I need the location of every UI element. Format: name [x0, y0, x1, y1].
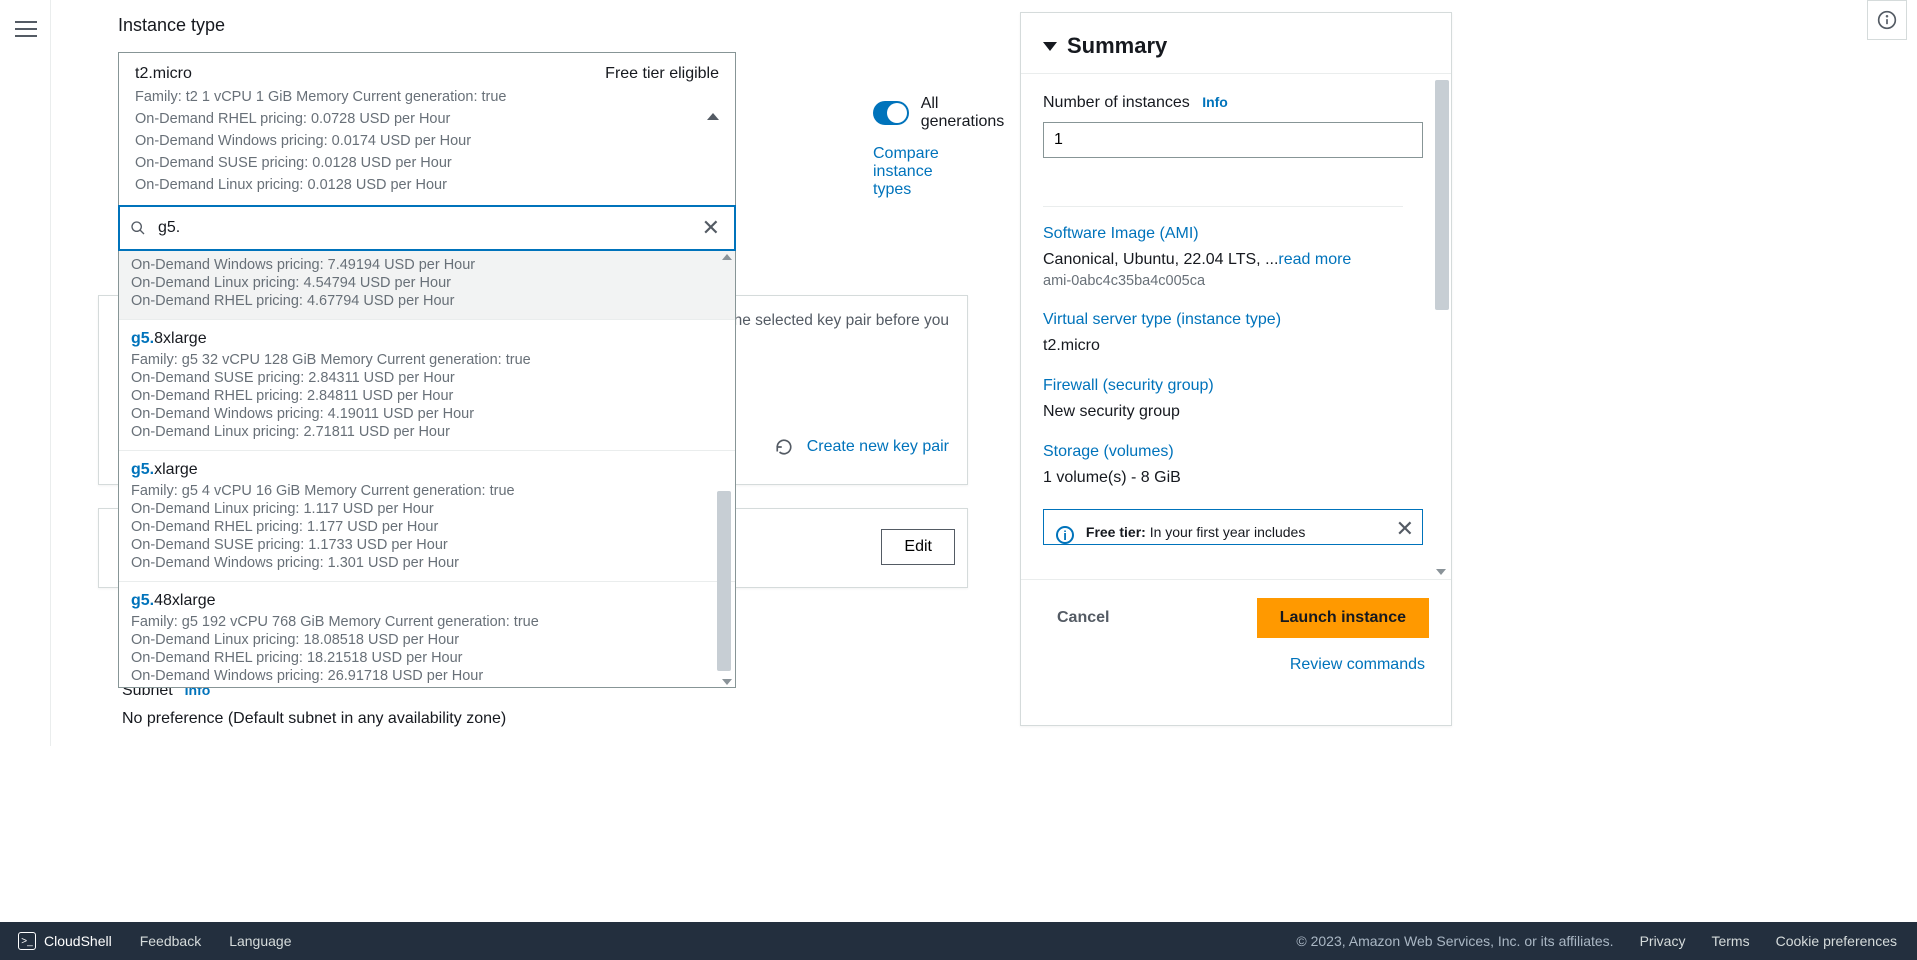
review-commands-link[interactable]: Review commands — [1043, 656, 1429, 674]
free-tier-title: Free tier: — [1086, 524, 1146, 540]
server-type-label[interactable]: Virtual server type (instance type) — [1043, 311, 1429, 329]
option-meta: Family: g5 32 vCPU 128 GiB Memory Curren… — [131, 352, 723, 368]
instance-search-input[interactable] — [156, 218, 698, 238]
price-line: On-Demand RHEL pricing: 0.0728 USD per H… — [135, 111, 719, 127]
storage-label[interactable]: Storage (volumes) — [1043, 443, 1429, 461]
instance-option[interactable]: g5.8xlarge Family: g5 32 vCPU 128 GiB Me… — [119, 319, 735, 450]
price-line: On-Demand Windows pricing: 4.19011 USD p… — [131, 406, 723, 422]
dropdown-scrollbar[interactable] — [719, 251, 733, 688]
instance-option[interactable]: g5.xlarge Family: g5 4 vCPU 16 GiB Memor… — [119, 450, 735, 581]
storage-value: 1 volume(s) - 8 GiB — [1043, 469, 1429, 487]
launch-instance-button[interactable]: Launch instance — [1257, 598, 1429, 638]
price-line: On-Demand Windows pricing: 7.49194 USD p… — [131, 257, 723, 273]
price-line: On-Demand Windows pricing: 0.0174 USD pe… — [135, 133, 719, 149]
option-meta: Family: g5 192 vCPU 768 GiB Memory Curre… — [131, 614, 723, 630]
option-title: g5.xlarge — [131, 461, 723, 479]
num-instances-info-link[interactable]: Info — [1202, 94, 1228, 110]
terms-link[interactable]: Terms — [1711, 933, 1749, 949]
read-more-link[interactable]: read more — [1278, 251, 1351, 268]
cancel-button[interactable]: Cancel — [1043, 601, 1123, 635]
compare-instance-types-link[interactable]: Compare instance types — [873, 145, 968, 199]
all-generations-label: All generations — [921, 95, 1011, 131]
price-line: On-Demand RHEL pricing: 2.84811 USD per … — [131, 388, 723, 404]
num-instances-input[interactable] — [1043, 122, 1423, 158]
cloudshell-label: CloudShell — [44, 933, 112, 949]
close-icon[interactable]: ✕ — [1396, 516, 1414, 542]
summary-title: Summary — [1067, 33, 1167, 59]
ami-id: ami-0abc4c35ba4c005ca — [1043, 273, 1429, 289]
scroll-up-icon[interactable] — [722, 254, 732, 260]
ami-text: Canonical, Ubuntu, 22.04 LTS, ... — [1043, 251, 1278, 268]
section-title: Instance type — [118, 15, 948, 36]
cloudshell-button[interactable]: >_ CloudShell — [18, 932, 112, 950]
price-line: On-Demand RHEL pricing: 4.67794 USD per … — [131, 293, 723, 309]
price-line: On-Demand RHEL pricing: 18.21518 USD per… — [131, 650, 723, 666]
price-line: On-Demand Linux pricing: 18.08518 USD pe… — [131, 632, 723, 648]
server-type-value: t2.micro — [1043, 337, 1429, 355]
free-tier-alert: i Free tier: In your first year includes… — [1043, 509, 1423, 545]
free-tier-text: In your first year includes — [1150, 524, 1306, 540]
option-title: g5.48xlarge — [131, 592, 723, 610]
instance-search-row[interactable]: ✕ — [118, 205, 736, 251]
price-line: On-Demand Linux pricing: 1.117 USD per H… — [131, 501, 723, 517]
firewall-label[interactable]: Firewall (security group) — [1043, 377, 1429, 395]
instance-type-dropdown: On-Demand Windows pricing: 7.49194 USD p… — [118, 251, 736, 688]
cookie-preferences-link[interactable]: Cookie preferences — [1776, 933, 1897, 949]
firewall-value: New security group — [1043, 403, 1429, 421]
summary-panel: Summary Number of instances Info Softwar… — [1020, 12, 1452, 726]
summary-header[interactable]: Summary — [1021, 13, 1451, 73]
footer-bar: >_ CloudShell Feedback Language © 2023, … — [0, 922, 1917, 960]
divider — [1043, 206, 1403, 207]
info-panel-toggle[interactable] — [1867, 0, 1907, 40]
instance-option[interactable]: On-Demand Windows pricing: 7.49194 USD p… — [119, 251, 735, 319]
num-instances-label: Number of instances — [1043, 94, 1190, 111]
language-link[interactable]: Language — [229, 933, 291, 949]
caret-down-icon — [1043, 42, 1057, 51]
hamburger-menu-icon[interactable] — [15, 21, 37, 37]
instance-type-section: Instance type t2.micro Free tier eligibl… — [98, 0, 968, 708]
divider — [50, 0, 51, 746]
instance-option[interactable]: g5.48xlarge Family: g5 192 vCPU 768 GiB … — [119, 581, 735, 688]
search-icon — [130, 220, 146, 236]
price-line: On-Demand RHEL pricing: 1.177 USD per Ho… — [131, 519, 723, 535]
selected-instance-name: t2.micro — [135, 65, 192, 83]
info-icon — [1877, 10, 1897, 30]
instance-type-selector[interactable]: t2.micro Free tier eligible Family: t2 1… — [118, 52, 736, 205]
clear-search-icon[interactable]: ✕ — [698, 215, 724, 241]
chevron-up-icon[interactable] — [707, 113, 719, 120]
privacy-link[interactable]: Privacy — [1640, 933, 1686, 949]
scroll-thumb[interactable] — [1435, 80, 1449, 310]
info-icon: i — [1056, 526, 1074, 544]
price-line: On-Demand SUSE pricing: 1.1733 USD per H… — [131, 537, 723, 553]
scroll-down-icon[interactable] — [722, 679, 732, 685]
feedback-link[interactable]: Feedback — [140, 933, 201, 949]
all-generations-toggle[interactable] — [873, 101, 909, 125]
price-line: On-Demand Linux pricing: 2.71811 USD per… — [131, 424, 723, 440]
ami-label[interactable]: Software Image (AMI) — [1043, 225, 1429, 243]
selected-instance-meta: Family: t2 1 vCPU 1 GiB Memory Current g… — [135, 89, 719, 105]
scroll-thumb[interactable] — [717, 491, 731, 671]
price-line: On-Demand SUSE pricing: 0.0128 USD per H… — [135, 155, 719, 171]
price-line: On-Demand SUSE pricing: 2.84311 USD per … — [131, 370, 723, 386]
option-title: g5.8xlarge — [131, 330, 723, 348]
price-line: On-Demand Linux pricing: 4.54794 USD per… — [131, 275, 723, 291]
copyright-text: © 2023, Amazon Web Services, Inc. or its… — [1296, 933, 1613, 949]
price-line: On-Demand Linux pricing: 0.0128 USD per … — [135, 177, 719, 193]
price-line: On-Demand Windows pricing: 1.301 USD per… — [131, 555, 723, 571]
cloudshell-icon: >_ — [18, 932, 36, 950]
scroll-down-icon[interactable] — [1436, 569, 1446, 575]
free-tier-badge: Free tier eligible — [605, 65, 719, 83]
price-line: On-Demand Windows pricing: 26.91718 USD … — [131, 668, 723, 684]
option-meta: Family: g5 4 vCPU 16 GiB Memory Current … — [131, 483, 723, 499]
